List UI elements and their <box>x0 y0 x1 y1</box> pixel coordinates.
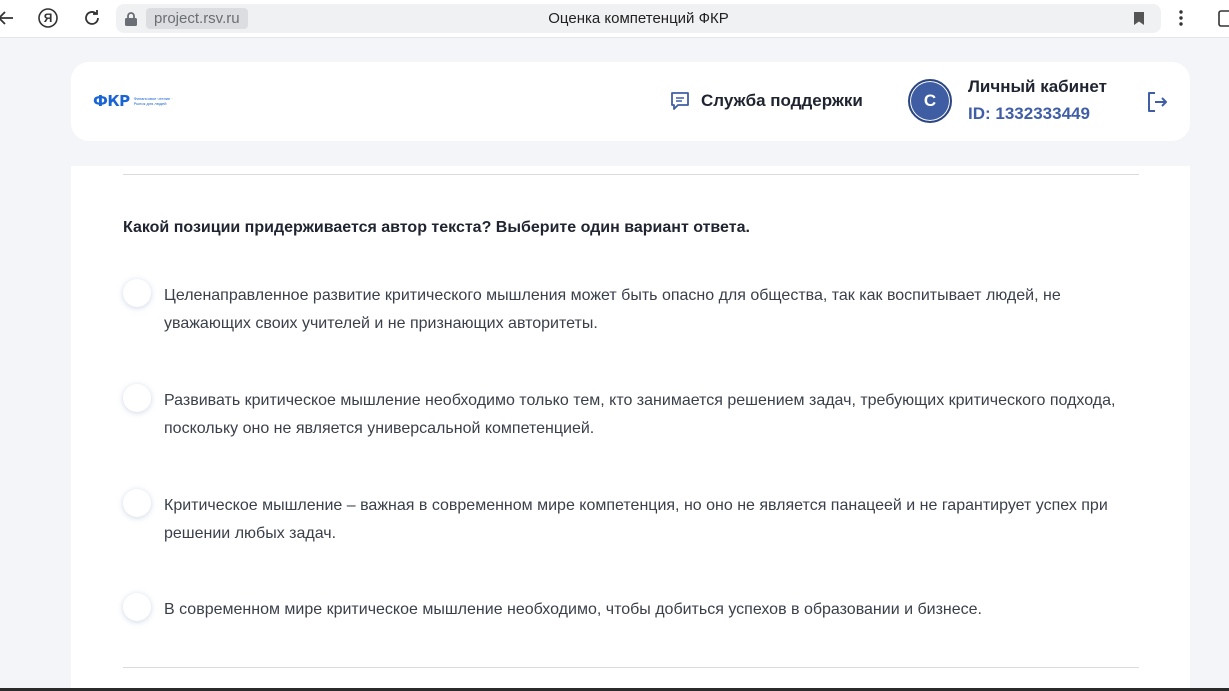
chat-icon <box>671 92 689 110</box>
top-divider <box>123 174 1139 175</box>
support-link[interactable]: Служба поддержки <box>669 90 863 112</box>
browser-toolbar: Я project.rsv.ru Оценка компетенций ФКР <box>0 0 1229 38</box>
yandex-glyph: Я <box>43 11 53 25</box>
reload-icon[interactable] <box>80 6 104 30</box>
profile-title[interactable]: Личный кабинет <box>968 77 1107 97</box>
radio-button[interactable] <box>123 593 151 621</box>
logo-text: ФКР <box>93 92 130 110</box>
radio-button[interactable] <box>123 384 151 412</box>
yandex-icon[interactable]: Я <box>36 6 60 30</box>
radio-button[interactable] <box>123 279 151 307</box>
address-bar[interactable]: project.rsv.ru Оценка компетенций ФКР <box>116 4 1161 33</box>
answer-option-1[interactable]: Целенаправленное развитие критического м… <box>123 279 1123 338</box>
answer-option-3[interactable]: Критическое мышление – важная в современ… <box>123 489 1123 548</box>
answer-option-2[interactable]: Развивать критическое мышление необходим… <box>123 384 1123 443</box>
answer-option-label: В современном мире критическое мышление … <box>164 601 982 618</box>
radio-button[interactable] <box>123 489 151 517</box>
more-menu-icon[interactable] <box>1171 6 1191 35</box>
answer-option-4[interactable]: В современном мире критическое мышление … <box>123 593 1123 624</box>
page-title: Оценка компетенций ФКР <box>548 10 729 27</box>
avatar[interactable]: С <box>908 79 952 123</box>
clipboard-icon[interactable] <box>1217 6 1229 35</box>
logo-caption: Финансовое чтение · Рынок для людей <box>133 96 173 106</box>
bottom-divider <box>123 667 1139 668</box>
answer-option-label: Развивать критическое мышление необходим… <box>164 392 1116 437</box>
answer-option-label: Целенаправленное развитие критического м… <box>164 287 1061 332</box>
site-header: ФКР Финансовое чтение · Рынок для людей … <box>71 62 1190 141</box>
fkr-logo[interactable]: ФКР Финансовое чтение · Рынок для людей <box>93 92 180 110</box>
question-text: Какой позиции придерживается автор текст… <box>123 219 750 236</box>
bookmark-icon[interactable] <box>1133 11 1145 26</box>
question-card: Какой позиции придерживается автор текст… <box>71 166 1190 691</box>
logout-icon[interactable] <box>1145 90 1169 119</box>
support-label: Служба поддержки <box>701 91 863 110</box>
profile-id: ID: 1332333449 <box>968 104 1090 123</box>
back-arrow-icon[interactable] <box>0 6 18 30</box>
answer-option-label: Критическое мышление – важная в современ… <box>164 497 1108 542</box>
